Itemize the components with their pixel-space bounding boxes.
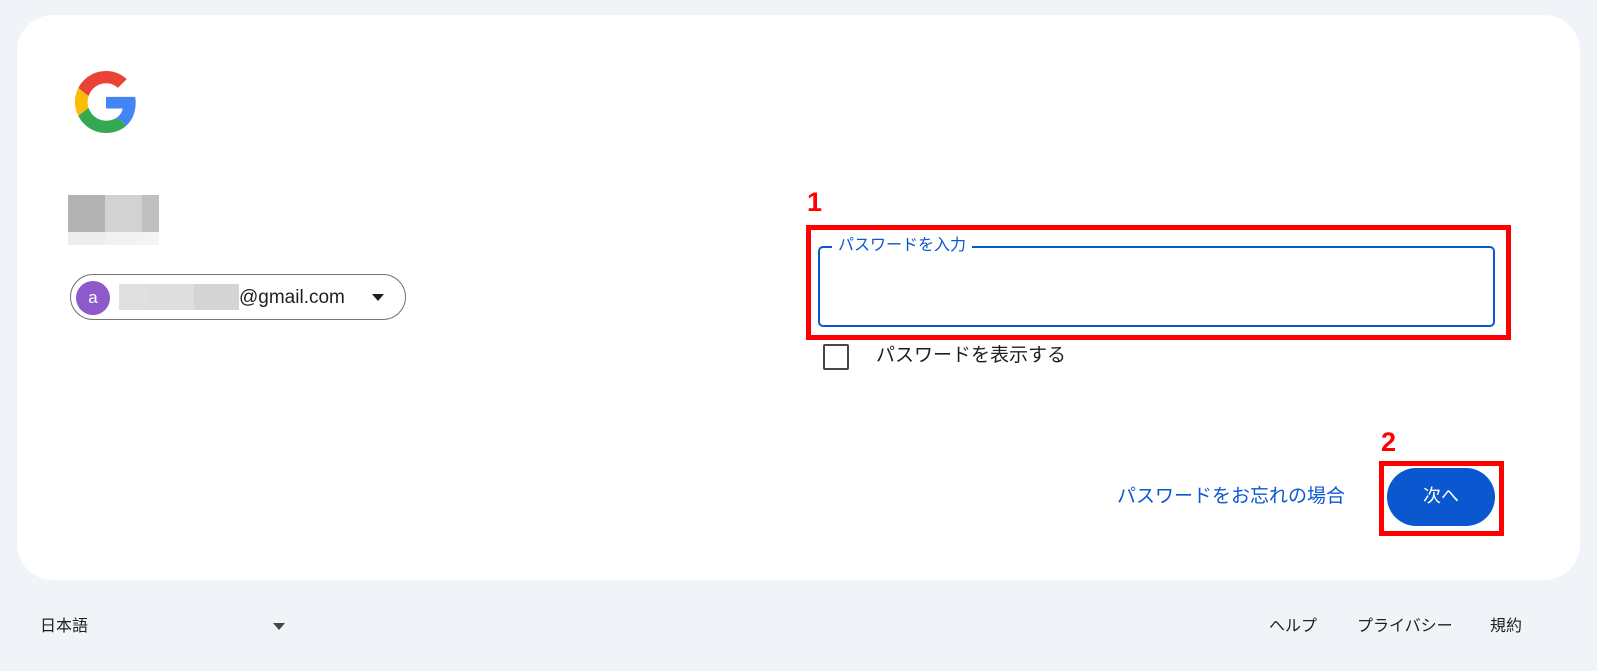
forgot-password-link[interactable]: パスワードをお忘れの場合 <box>1117 483 1345 509</box>
chevron-down-icon[interactable] <box>273 623 285 630</box>
chevron-down-icon <box>372 294 384 301</box>
redacted-email-user <box>119 284 239 310</box>
signin-card: a @gmail.com 1 パスワードを入力 パスワードを表示する パスワード… <box>17 15 1580 580</box>
google-logo <box>75 71 136 133</box>
terms-link[interactable]: 規約 <box>1490 615 1522 637</box>
password-input[interactable] <box>834 268 1478 306</box>
language-selector[interactable]: 日本語 <box>40 615 88 637</box>
email-domain-text: @gmail.com <box>239 287 345 308</box>
next-button[interactable]: 次へ <box>1387 468 1495 526</box>
password-field[interactable]: パスワードを入力 <box>818 235 1495 327</box>
account-chooser-chip[interactable]: a @gmail.com <box>70 274 406 320</box>
avatar: a <box>76 281 110 315</box>
annotation-step-1: 1 <box>807 187 823 217</box>
privacy-link[interactable]: プライバシー <box>1357 615 1453 637</box>
help-link[interactable]: ヘルプ <box>1269 615 1317 637</box>
annotation-step-2: 2 <box>1381 427 1397 457</box>
show-password-checkbox[interactable] <box>823 344 849 370</box>
redacted-account-name <box>68 195 159 245</box>
password-field-label: パスワードを入力 <box>832 235 973 255</box>
show-password-label[interactable]: パスワードを表示する <box>876 342 1066 368</box>
